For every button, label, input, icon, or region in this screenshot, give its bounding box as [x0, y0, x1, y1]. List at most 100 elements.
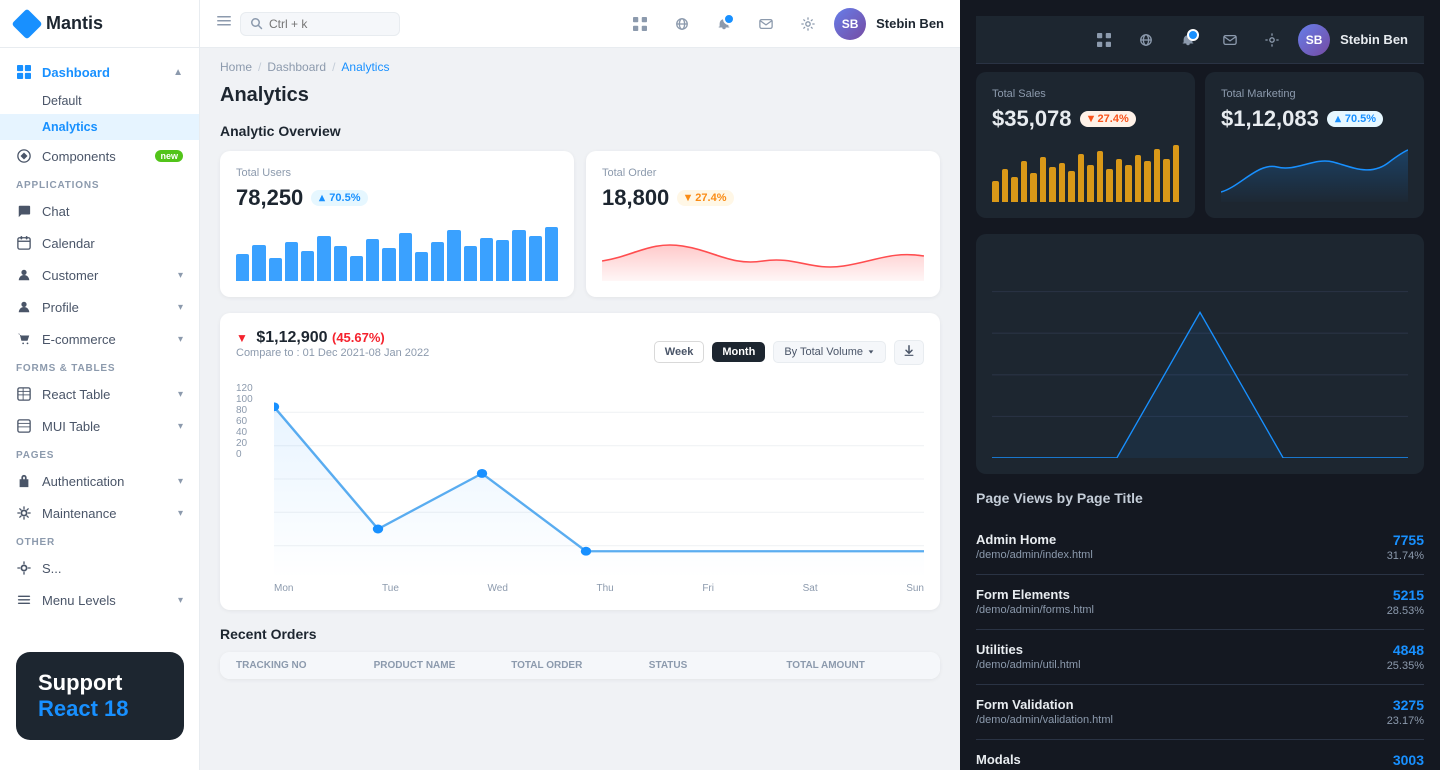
- ecommerce-icon: [16, 331, 32, 347]
- stat-label-orders: Total Order: [602, 167, 924, 179]
- stat-card-marketing-dark: Total Marketing $1,12,083 70.5%: [1205, 72, 1424, 218]
- dark-panel: SB Stebin Ben Total Sales $35,078 27.4%: [960, 0, 1440, 770]
- support-line1: Support: [38, 670, 162, 696]
- page-views-title: Page Views by Page Title: [976, 490, 1424, 506]
- dark-topbar: SB Stebin Ben: [976, 16, 1424, 64]
- section-applications: Applications: [0, 172, 199, 195]
- breadcrumb-home[interactable]: Home: [220, 60, 252, 74]
- col-total-order: Total Order: [511, 660, 649, 671]
- topbar: SB Stebin Ben: [200, 0, 960, 48]
- stat-card-users: Total Users 78,250 70.5%: [220, 151, 574, 297]
- sidebar-item-profile[interactable]: Profile ▾: [0, 291, 199, 323]
- table-icon: [16, 386, 32, 402]
- app-name: Mantis: [46, 13, 103, 34]
- grid-icon[interactable]: [624, 8, 656, 40]
- mail-icon[interactable]: [750, 8, 782, 40]
- avatar[interactable]: SB: [834, 8, 866, 40]
- week-button[interactable]: Week: [654, 341, 705, 363]
- col-product: Product Name: [374, 660, 512, 671]
- dark-user-name[interactable]: Stebin Ben: [1340, 32, 1408, 47]
- sidebar-item-components[interactable]: Components new: [0, 140, 199, 172]
- search-input[interactable]: [269, 17, 369, 31]
- download-button[interactable]: [894, 340, 924, 365]
- month-button[interactable]: Month: [712, 342, 765, 362]
- section-pages: Pages: [0, 442, 199, 465]
- col-amount: Total Amount: [786, 660, 924, 671]
- stat-value-orders: 18,800: [602, 185, 669, 211]
- sidebar-item-maintenance[interactable]: Maintenance ▾: [0, 497, 199, 529]
- dark-settings-icon[interactable]: [1256, 24, 1288, 56]
- breadcrumb-dashboard[interactable]: Dashboard: [267, 60, 326, 74]
- dark-lang-icon[interactable]: [1130, 24, 1162, 56]
- stat-badge-users: 70.5%: [311, 190, 367, 206]
- sidebar-item-mui-table[interactable]: MUI Table ▾: [0, 410, 199, 442]
- menu-toggle-icon[interactable]: [216, 13, 232, 34]
- logo-icon: [11, 8, 42, 39]
- stat-value-users: 78,250: [236, 185, 303, 211]
- stat-label-marketing-dark: Total Marketing: [1221, 88, 1408, 100]
- chart-x-labels: MonTueWedThuFriSatSun: [274, 579, 924, 594]
- stat-value-marketing-dark: $1,12,083: [1221, 106, 1319, 132]
- dark-grid-icon[interactable]: [1088, 24, 1120, 56]
- search-box[interactable]: [240, 12, 400, 36]
- settings-topbar-icon[interactable]: [792, 8, 824, 40]
- sidebar-item-calendar[interactable]: Calendar: [0, 227, 199, 259]
- bar-chart-users: [236, 221, 558, 281]
- volume-select[interactable]: By Total Volume: [773, 341, 886, 363]
- maintenance-icon: [16, 505, 32, 521]
- ecommerce-chevron: ▾: [178, 334, 183, 345]
- stat-label-sales-dark: Total Sales: [992, 88, 1179, 100]
- dark-income-chart-card: [976, 234, 1424, 474]
- pv-item-0: Admin Home /demo/admin/index.html 7755 3…: [976, 520, 1424, 575]
- sidebar: Mantis Dashboard ▲ Default Analytics Com…: [0, 0, 200, 770]
- stat-badge-sales-dark: 27.4%: [1080, 111, 1136, 127]
- breadcrumb: Home / Dashboard / Analytics: [200, 48, 960, 80]
- dark-stat-cards: Total Sales $35,078 27.4%: [976, 72, 1424, 218]
- dark-mail-icon[interactable]: [1214, 24, 1246, 56]
- support-line2: React 18: [38, 696, 162, 722]
- pv-item-3: Form Validation /demo/admin/validation.h…: [976, 685, 1424, 740]
- sidebar-sub-default[interactable]: Default: [0, 88, 199, 114]
- content-area: SB Stebin Ben Home / Dashboard / Analyti…: [200, 0, 1440, 770]
- bar-chart-sales-dark: [992, 142, 1179, 202]
- stat-badge-orders: 27.4%: [677, 190, 733, 206]
- orders-section: Recent Orders Tracking No Product Name T…: [200, 626, 960, 679]
- support-toast[interactable]: Support React 18: [16, 652, 184, 740]
- income-amount: $1,12,900: [256, 329, 327, 346]
- chat-icon: [16, 203, 32, 219]
- notifications-icon[interactable]: [708, 8, 740, 40]
- sidebar-item-dashboard[interactable]: Dashboard ▲: [0, 56, 199, 88]
- profile-chevron: ▾: [178, 302, 183, 313]
- user-name[interactable]: Stebin Ben: [876, 16, 944, 31]
- sidebar-item-settings[interactable]: S...: [0, 552, 199, 584]
- area-chart-marketing-dark: [1221, 142, 1408, 202]
- mui-table-chevron: ▾: [178, 421, 183, 432]
- section-forms: Forms & Tables: [0, 355, 199, 378]
- area-chart-orders: [602, 221, 924, 281]
- sidebar-logo[interactable]: Mantis: [0, 0, 199, 48]
- dark-notif-icon[interactable]: [1172, 24, 1204, 56]
- language-icon[interactable]: [666, 8, 698, 40]
- pv-item-4: Modals /demo/admin/modals.html 3003 22.2…: [976, 740, 1424, 770]
- sidebar-item-ecommerce[interactable]: E-commerce ▾: [0, 323, 199, 355]
- dashboard-icon: [16, 64, 32, 80]
- sidebar-item-chat[interactable]: Chat: [0, 195, 199, 227]
- topbar-right: SB Stebin Ben: [624, 8, 944, 40]
- income-value: ▼ $1,12,900 (45.67%): [236, 329, 429, 347]
- react-table-chevron: ▾: [178, 389, 183, 400]
- sidebar-item-react-table[interactable]: React Table ▾: [0, 378, 199, 410]
- sidebar-item-menu-levels[interactable]: Menu Levels ▾: [0, 584, 199, 616]
- stat-card-sales-dark: Total Sales $35,078 27.4%: [976, 72, 1195, 218]
- auth-icon: [16, 473, 32, 489]
- sidebar-item-auth[interactable]: Authentication ▾: [0, 465, 199, 497]
- components-icon: [16, 148, 32, 164]
- breadcrumb-current: Analytics: [341, 60, 389, 74]
- analytic-overview-title: Analytic Overview: [200, 123, 960, 151]
- customer-icon: [16, 267, 32, 283]
- stat-badge-marketing-dark: 70.5%: [1327, 111, 1383, 127]
- sidebar-item-customer[interactable]: Customer ▾: [0, 259, 199, 291]
- dark-avatar[interactable]: SB: [1298, 24, 1330, 56]
- sidebar-sub-analytics[interactable]: Analytics: [0, 114, 199, 140]
- breadcrumb-sep2: /: [332, 60, 335, 74]
- page-title: Analytics: [200, 80, 960, 123]
